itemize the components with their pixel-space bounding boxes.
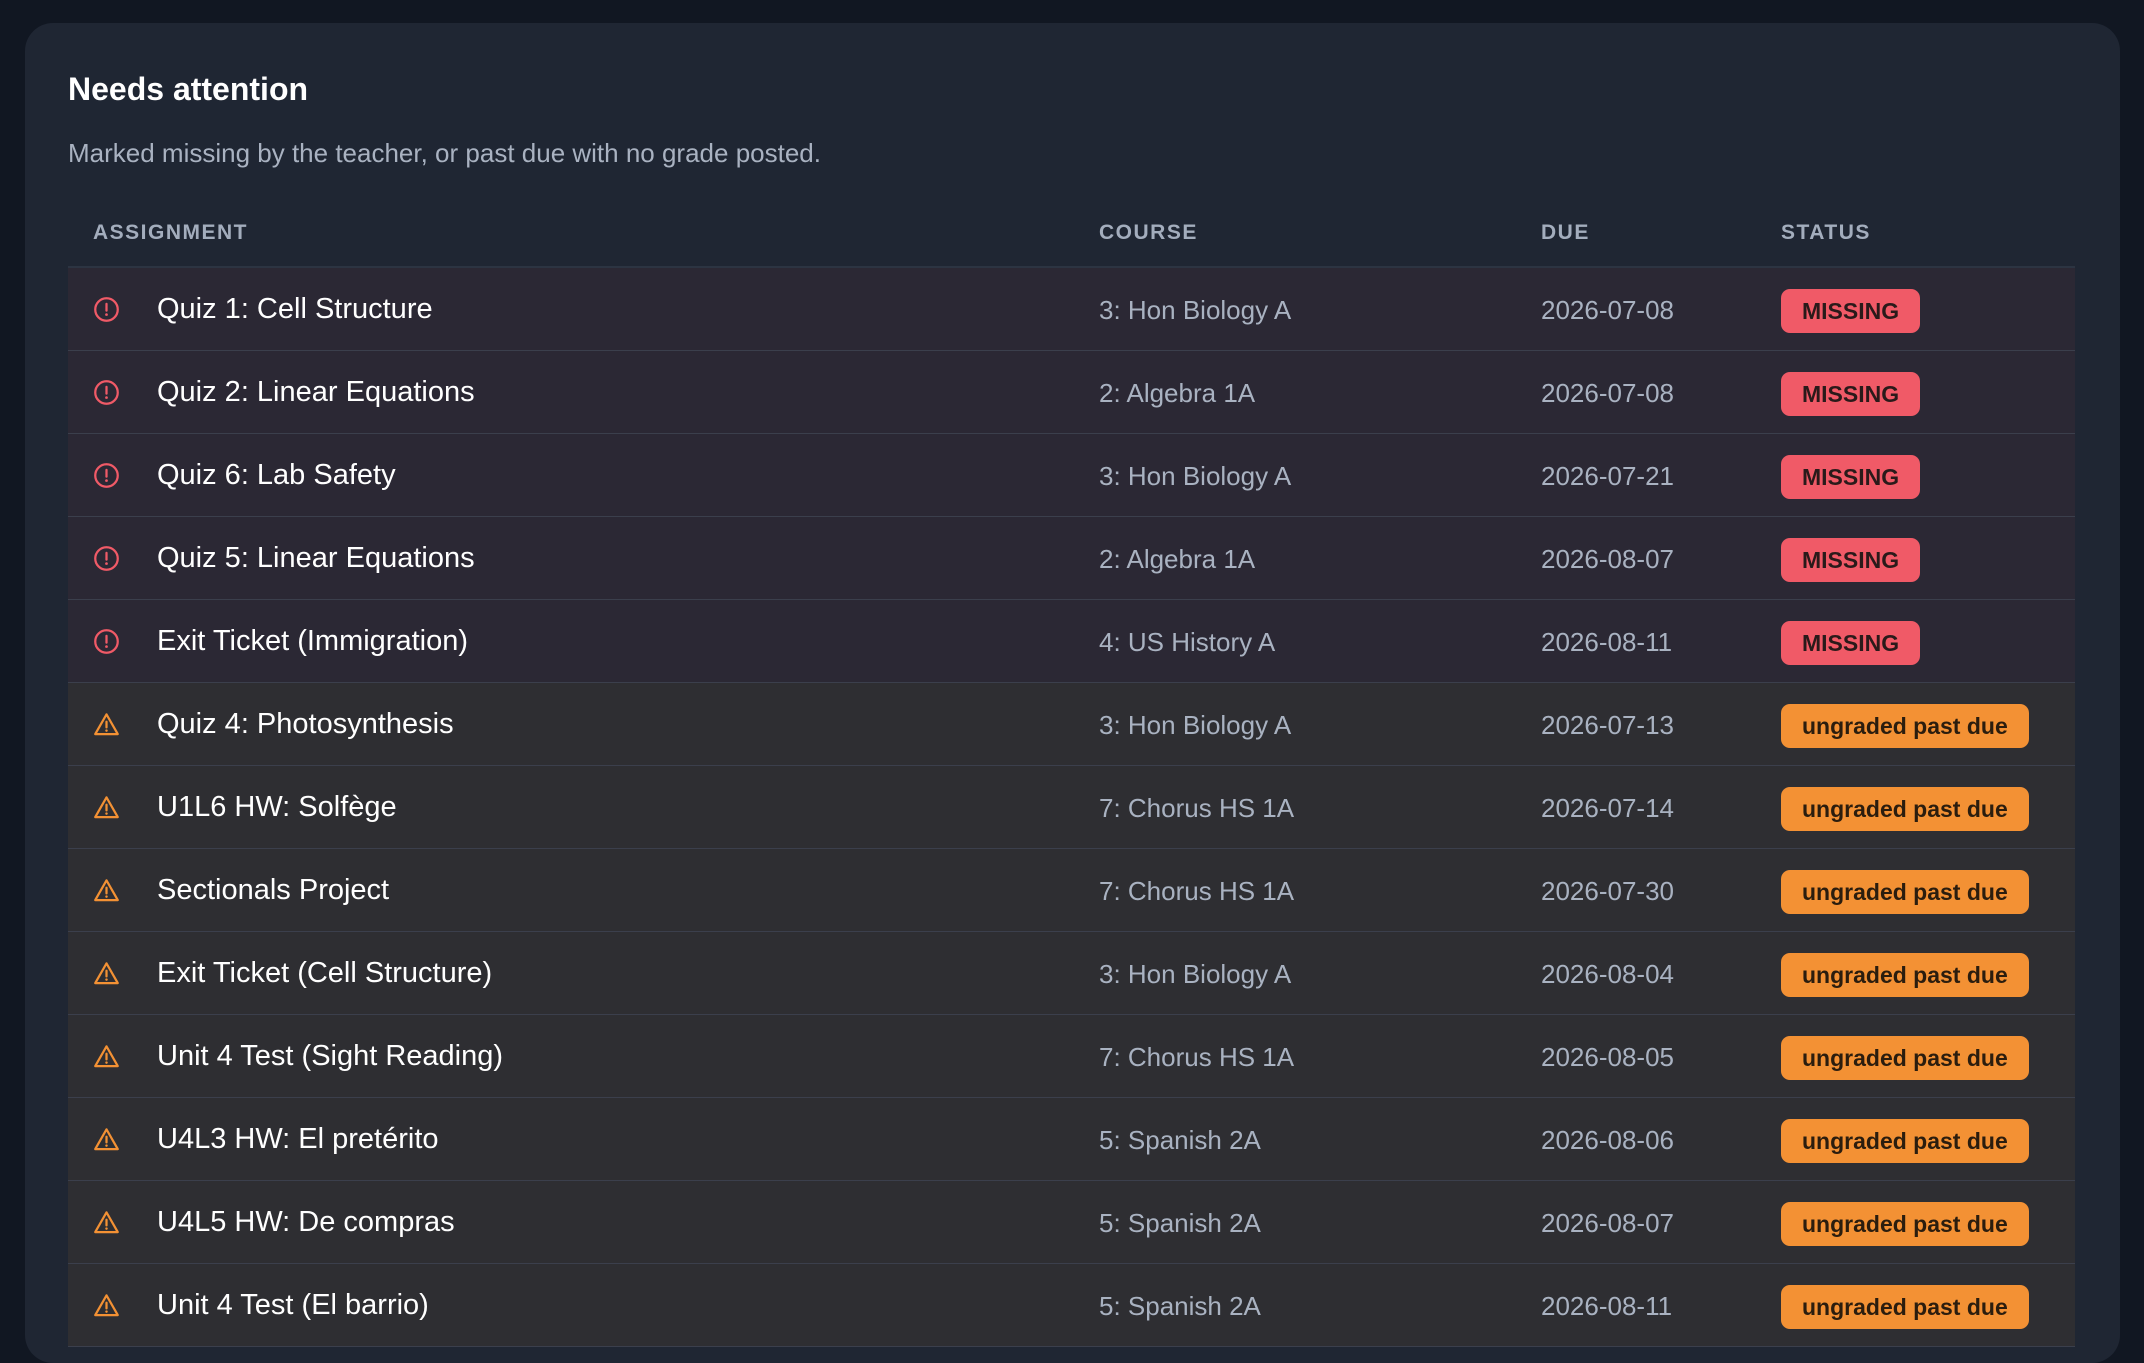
warning-triangle-icon (94, 796, 119, 819)
due-date: 2026-08-11 (1541, 627, 1673, 657)
assignment-name[interactable]: Quiz 5: Linear Equations (157, 541, 475, 575)
warning-triangle-icon (94, 1128, 119, 1151)
header-due[interactable]: DUE (1541, 221, 1590, 245)
course-name: 4: US History A (1099, 627, 1276, 657)
table-row[interactable]: U4L3 HW: El pretérito 5: Spanish 2A 2026-0… (68, 1098, 2075, 1181)
course-name: 7: Chorus HS 1A (1099, 1042, 1295, 1072)
assignment-name[interactable]: Sectionals Project (157, 873, 389, 907)
needs-attention-card: Needs attention Marked missing by the te… (25, 23, 2120, 1363)
warning-triangle-icon (94, 962, 119, 985)
alert-circle-icon (94, 629, 119, 654)
status-badge: ungraded past due (1781, 870, 2029, 914)
warning-triangle-icon (94, 713, 119, 736)
table-row[interactable]: Quiz 2: Linear Equations 2: Algebra 1A 202… (68, 351, 2075, 434)
table-row[interactable]: U4L5 HW: De compras 5: Spanish 2A 2026-08-… (68, 1181, 2075, 1264)
assignment-name[interactable]: Exit Ticket (Cell Structure) (157, 956, 492, 990)
course-name: 5: Spanish 2A (1099, 1125, 1261, 1155)
status-badge: ungraded past due (1781, 953, 2029, 997)
status-badge: ungraded past due (1781, 1285, 2029, 1329)
warning-triangle-icon (94, 1294, 119, 1317)
due-date: 2026-08-06 (1541, 1125, 1674, 1155)
warning-triangle-icon (94, 879, 119, 902)
assignment-name[interactable]: U1L6 HW: Solfège (157, 790, 397, 824)
assignment-name[interactable]: Quiz 2: Linear Equations (157, 375, 475, 409)
course-name: 3: Hon Biology A (1099, 461, 1292, 491)
table-header: ASSIGNMENT COURSE DUE STATUS (68, 201, 2075, 268)
table-row[interactable]: Exit Ticket (Immigration) 4: US History A… (68, 600, 2075, 683)
course-name: 2: Algebra 1A (1099, 544, 1256, 574)
due-date: 2026-07-14 (1541, 793, 1674, 823)
alert-circle-icon (94, 546, 119, 571)
table-body: Quiz 1: Cell Structure 3: Hon Biology A 20… (68, 268, 2075, 1347)
table-row[interactable]: Quiz 1: Cell Structure 3: Hon Biology A 20… (68, 268, 2075, 351)
due-date: 2026-08-05 (1541, 1042, 1674, 1072)
status-badge: MISSING (1781, 289, 1921, 333)
alert-circle-icon (94, 463, 119, 488)
status-badge: MISSING (1781, 621, 1921, 665)
course-name: 7: Chorus HS 1A (1099, 876, 1295, 906)
assignment-name[interactable]: Exit Ticket (Immigration) (157, 624, 468, 658)
assignment-name[interactable]: Quiz 6: Lab Safety (157, 458, 396, 492)
section-title: Needs attention (68, 71, 309, 107)
alert-circle-icon (94, 297, 119, 322)
course-name: 5: Spanish 2A (1099, 1208, 1261, 1238)
due-date: 2026-08-07 (1541, 544, 1674, 574)
due-date: 2026-08-07 (1541, 1208, 1674, 1238)
course-name: 3: Hon Biology A (1099, 959, 1292, 989)
assignment-name[interactable]: Unit 4 Test (El barrio) (157, 1288, 429, 1322)
status-badge: ungraded past due (1781, 704, 2029, 748)
assignment-name[interactable]: Quiz 4: Photosynthesis (157, 707, 454, 741)
course-name: 3: Hon Biology A (1099, 710, 1292, 740)
due-date: 2026-07-30 (1541, 876, 1674, 906)
header-assignment[interactable]: ASSIGNMENT (93, 221, 248, 245)
due-date: 2026-07-08 (1541, 378, 1674, 408)
header-status[interactable]: STATUS (1781, 221, 1871, 245)
due-date: 2026-07-21 (1541, 461, 1674, 491)
table-row[interactable]: Quiz 6: Lab Safety 3: Hon Biology A 2026-0… (68, 434, 2075, 517)
course-name: 2: Algebra 1A (1099, 378, 1256, 408)
table-row[interactable]: U1L6 HW: Solfège 7: Chorus HS 1A 2026-07-1… (68, 766, 2075, 849)
due-date: 2026-07-08 (1541, 295, 1674, 325)
due-date: 2026-08-11 (1541, 1291, 1673, 1321)
status-badge: ungraded past due (1781, 1119, 2029, 1163)
assignments-table: ASSIGNMENT COURSE DUE STATUS Quiz 1: Cel… (68, 201, 2075, 1347)
warning-triangle-icon (94, 1211, 119, 1234)
header-course[interactable]: COURSE (1099, 221, 1198, 245)
status-badge: MISSING (1781, 455, 1921, 499)
status-badge: ungraded past due (1781, 1036, 2029, 1080)
course-name: 7: Chorus HS 1A (1099, 793, 1295, 823)
status-badge: MISSING (1781, 538, 1921, 582)
assignment-name[interactable]: Unit 4 Test (Sight Reading) (157, 1039, 503, 1073)
alert-circle-icon (94, 380, 119, 405)
course-name: 5: Spanish 2A (1099, 1291, 1261, 1321)
status-badge: MISSING (1781, 372, 1921, 416)
warning-triangle-icon (94, 1045, 119, 1068)
table-row[interactable]: Unit 4 Test (El barrio) 5: Spanish 2A 2026… (68, 1264, 2075, 1347)
assignment-name[interactable]: U4L3 HW: El pretérito (157, 1122, 439, 1156)
assignment-name[interactable]: Quiz 1: Cell Structure (157, 292, 433, 326)
table-row[interactable]: Unit 4 Test (Sight Reading) 7: Chorus HS … (68, 1015, 2075, 1098)
course-name: 3: Hon Biology A (1099, 295, 1292, 325)
table-row[interactable]: Quiz 4: Photosynthesis 3: Hon Biology A 20… (68, 683, 2075, 766)
due-date: 2026-07-13 (1541, 710, 1674, 740)
status-badge: ungraded past due (1781, 787, 2029, 831)
assignment-name[interactable]: U4L5 HW: De compras (157, 1205, 455, 1239)
due-date: 2026-08-04 (1541, 959, 1674, 989)
table-row[interactable]: Sectionals Project 7: Chorus HS 1A 2026-07… (68, 849, 2075, 932)
status-badge: ungraded past due (1781, 1202, 2029, 1246)
table-row[interactable]: Quiz 5: Linear Equations 2: Algebra 1A 202… (68, 517, 2075, 600)
section-subtitle: Marked missing by the teacher, or past d… (68, 138, 821, 168)
table-row[interactable]: Exit Ticket (Cell Structure) 3: Hon Biolo… (68, 932, 2075, 1015)
